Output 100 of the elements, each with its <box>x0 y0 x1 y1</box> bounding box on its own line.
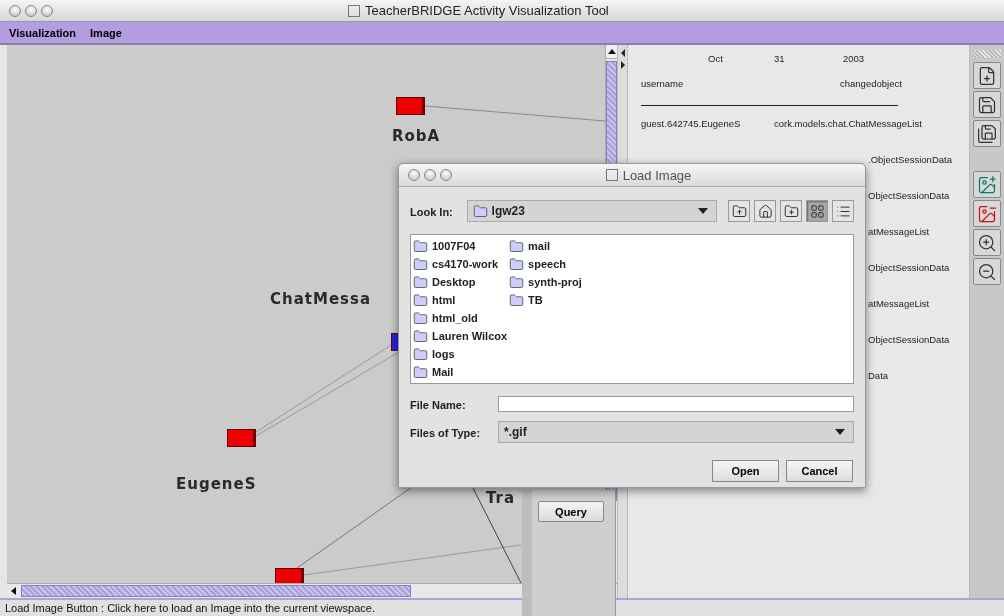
folder-icon <box>413 346 428 362</box>
dialog-title: Load Image <box>622 167 692 183</box>
up-button[interactable] <box>728 200 750 222</box>
folder-item[interactable]: html_old <box>413 309 508 327</box>
log-cell-text: guest.642745.EugeneS <box>641 118 742 131</box>
folder-name: Lauren Wilcox <box>432 330 508 342</box>
window-control[interactable] <box>25 4 37 17</box>
folder-icon <box>509 292 525 308</box>
folder-item[interactable]: Desktop <box>413 273 508 291</box>
window-title: TeacherBRIDGE Activity Visualization Tool <box>365 3 609 18</box>
folder-name: 1007F04 <box>432 240 476 252</box>
folder-icon <box>509 274 525 290</box>
menu-item[interactable]: Image <box>90 26 122 39</box>
file-type-dropdown[interactable]: *.gif <box>498 421 854 443</box>
right-arrow-icon[interactable] <box>620 61 625 69</box>
look-in-dropdown[interactable]: lgw23 <box>466 200 717 222</box>
node-label: RobA <box>392 127 441 145</box>
column-header: username <box>641 78 685 91</box>
query-button[interactable]: Query <box>538 501 604 522</box>
window-control[interactable] <box>424 169 436 181</box>
log-cell-text: cork.models.chat.ChatMessageList <box>774 118 923 131</box>
graph-node[interactable] <box>275 568 304 583</box>
folder-name: Desktop <box>432 276 476 288</box>
new-document-icon <box>977 65 997 86</box>
folder-icon <box>509 238 525 254</box>
remove-image-tool-button[interactable] <box>973 200 1001 227</box>
folder-item[interactable]: html <box>413 291 508 309</box>
new-folder-button[interactable] <box>780 200 802 222</box>
field-label: File Name: <box>410 399 466 411</box>
caret-icon <box>835 429 845 435</box>
left-arrow-icon[interactable] <box>620 49 625 57</box>
log-cell-text: Data <box>868 370 890 383</box>
floppy-stack-icon <box>977 123 997 144</box>
folder-item[interactable]: 1007F04 <box>413 237 508 255</box>
window-control[interactable] <box>41 4 53 17</box>
menu-item[interactable]: Visualization <box>9 26 77 39</box>
grid-icon <box>809 203 825 219</box>
home-icon <box>757 203 773 219</box>
folder-item[interactable]: synth-proj <box>509 273 582 291</box>
log-cell-text: atMessageList <box>868 226 931 239</box>
list-button[interactable] <box>806 200 828 222</box>
zoom-out-icon <box>977 261 997 282</box>
floppy-icon <box>977 94 997 115</box>
log-cell-text: ObjectSessionData <box>868 262 951 275</box>
folder-up-icon <box>731 203 747 219</box>
home-button[interactable] <box>754 200 776 222</box>
folder-name: mail <box>528 240 551 252</box>
image-minus-icon <box>977 203 997 224</box>
folder-item[interactable]: cs4170-work <box>413 255 508 273</box>
window-control[interactable] <box>9 4 21 17</box>
window-control[interactable] <box>440 169 452 181</box>
folder-name: html <box>432 294 456 306</box>
field-label: Look In: <box>410 206 453 218</box>
graph-node[interactable] <box>227 429 256 447</box>
node-label: Tra <box>486 489 516 507</box>
status-text: Load Image Button : Click here to load an Image into the current viewspace. <box>5 602 375 614</box>
zoom-out-tool-button[interactable] <box>973 258 1001 285</box>
scroll-thumb[interactable] <box>21 585 411 597</box>
details-button[interactable] <box>832 200 854 222</box>
folder-item[interactable]: speech <box>509 255 582 273</box>
folder-item[interactable]: Lauren Wilcox <box>413 327 508 345</box>
folder-item[interactable]: Mail <box>413 363 508 381</box>
folder-icon <box>413 364 428 380</box>
save-tool-button[interactable] <box>973 91 1001 118</box>
folder-icon <box>413 274 428 290</box>
field-label: Files of Type: <box>410 427 481 439</box>
graph-node[interactable] <box>396 97 425 115</box>
x11-icon <box>348 4 360 17</box>
folder-name: Mail <box>432 366 454 378</box>
folder-name: speech <box>528 258 566 270</box>
date-text: 31 <box>774 53 786 66</box>
caret-icon <box>698 208 708 214</box>
log-cell-text: atMessageList <box>868 298 931 311</box>
folder-plus-icon <box>783 203 799 219</box>
folder-name: cs4170-work <box>432 258 499 270</box>
column-header: changedobject <box>840 78 903 91</box>
date-text: 2003 <box>843 53 866 66</box>
save-as-tool-button[interactable] <box>973 120 1001 147</box>
folder-icon <box>472 203 488 219</box>
dialog-button[interactable]: Open <box>712 460 779 482</box>
folder-icon <box>509 256 525 272</box>
file-name-input[interactable] <box>498 396 854 412</box>
zoom-in-tool-button[interactable] <box>973 229 1001 256</box>
folder-name: logs <box>432 348 455 360</box>
log-cell-text: ObjectSessionData <box>868 190 951 203</box>
folder-item[interactable]: TB <box>509 291 582 309</box>
folder-icon <box>413 238 428 254</box>
log-cell-text: ObjectSessionData <box>868 334 951 347</box>
image-plus-icon <box>977 174 997 195</box>
dialog-button[interactable]: Cancel <box>786 460 853 482</box>
folder-item[interactable]: mail <box>509 237 582 255</box>
new-tool-button[interactable] <box>973 62 1001 89</box>
folder-icon <box>413 310 428 326</box>
folder-name: html_old <box>432 312 478 324</box>
window-control[interactable] <box>408 169 420 181</box>
add-image-tool-button[interactable] <box>973 171 1001 198</box>
grip-handle[interactable] <box>973 50 1001 58</box>
folder-item[interactable]: logs <box>413 345 508 363</box>
node-label: EugeneS <box>176 475 257 493</box>
folder-icon <box>413 328 428 344</box>
